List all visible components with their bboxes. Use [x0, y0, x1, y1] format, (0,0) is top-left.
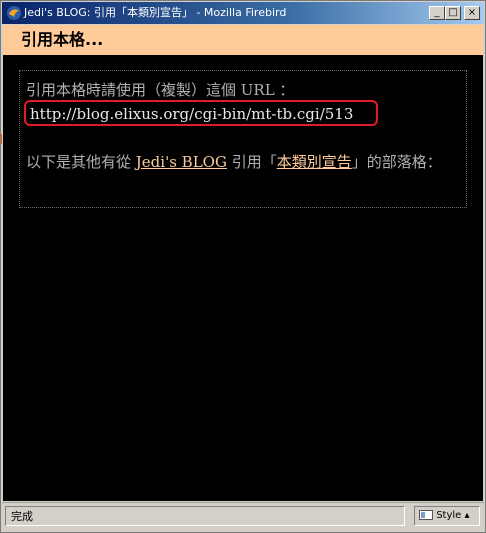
page-header: 引用本格...	[3, 25, 483, 55]
style-switcher-button[interactable]: Style ▴	[414, 506, 480, 526]
para-suffix: 」的部落格：	[351, 153, 442, 171]
window-title: Jedi's BLOG: 引用「本類別宣告」 - Mozilla Firebir…	[24, 6, 287, 19]
style-label: Style	[436, 510, 462, 521]
trackback-box: 引用本格時請使用（複製）這個 URL ： http://blog.elixus.…	[19, 70, 467, 208]
maximize-button[interactable]: □	[445, 6, 461, 20]
page-title: 引用本格...	[21, 30, 104, 49]
status-bar: 完成 Style ▴	[2, 502, 484, 531]
page-content: 引用本格... 引用本格時請使用（複製）這個 URL ： http://blog…	[3, 25, 483, 501]
status-text: 完成	[5, 506, 405, 526]
firebird-app-icon	[7, 6, 21, 20]
caret-up-icon: ▴	[464, 510, 470, 521]
close-button[interactable]: ×	[464, 6, 480, 20]
trackback-url[interactable]: http://blog.elixus.org/cgi-bin/mt-tb.cgi…	[30, 105, 353, 123]
style-icon	[419, 510, 433, 520]
trackback-intro: 引用本格時請使用（複製）這個 URL ：	[26, 81, 295, 99]
title-bar[interactable]: Jedi's BLOG: 引用「本類別宣告」 - Mozilla Firebir…	[2, 2, 484, 24]
trackback-list-intro: 以下是其他有從 Jedi's BLOG 引用「本類別宣告」的部落格：	[26, 150, 462, 174]
browser-window: Jedi's BLOG: 引用「本類別宣告」 - Mozilla Firebir…	[0, 0, 486, 533]
category-link[interactable]: 本類別宣告	[277, 153, 352, 171]
para-prefix: 以下是其他有從	[26, 153, 132, 171]
trackback-url-highlight: http://blog.elixus.org/cgi-bin/mt-tb.cgi…	[24, 100, 378, 126]
minimize-button[interactable]: _	[429, 6, 445, 20]
window-edge-marker	[0, 134, 2, 144]
blog-link[interactable]: Jedi's BLOG	[136, 153, 227, 171]
para-middle: 引用「	[231, 153, 277, 171]
